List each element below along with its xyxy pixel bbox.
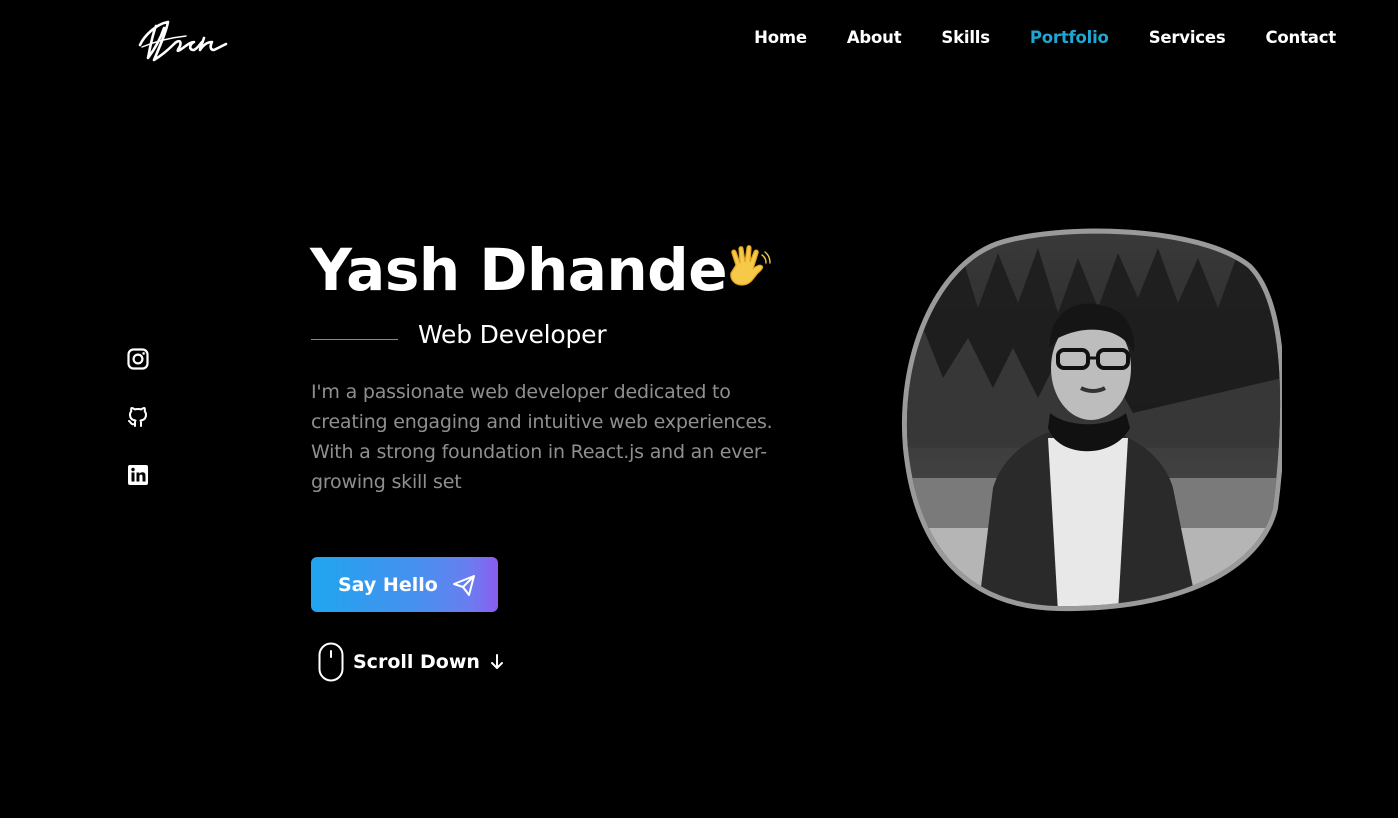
role-divider — [311, 339, 398, 340]
social-links — [126, 347, 150, 521]
hero-description: I'm a passionate web developer dedicated… — [311, 381, 773, 493]
nav-link-about[interactable]: About — [847, 28, 902, 47]
nav-link-contact[interactable]: Contact — [1266, 28, 1337, 47]
mouse-icon — [318, 642, 344, 682]
scroll-down-label: Scroll Down — [353, 651, 480, 673]
profile-photo — [902, 228, 1282, 612]
main-nav: Home About Skills Portfolio Services Con… — [754, 28, 1336, 47]
scroll-down-link[interactable]: Scroll Down — [318, 642, 505, 682]
linkedin-icon[interactable] — [126, 463, 150, 487]
github-icon[interactable] — [126, 405, 150, 429]
site-logo[interactable] — [134, 14, 238, 64]
say-hello-label: Say Hello — [338, 573, 438, 596]
nav-link-portfolio[interactable]: Portfolio — [1030, 28, 1109, 47]
waving-hand-icon — [722, 243, 774, 293]
send-icon — [452, 574, 475, 596]
arrow-down-icon — [490, 654, 503, 669]
nav-link-services[interactable]: Services — [1149, 28, 1226, 47]
hero-role: Web Developer — [418, 320, 607, 349]
say-hello-button[interactable]: Say Hello — [311, 557, 498, 612]
logo-signature — [138, 20, 228, 62]
hero-name: Yash Dhande — [310, 236, 728, 304]
page: Home About Skills Portfolio Services Con… — [0, 0, 1398, 818]
nav-link-skills[interactable]: Skills — [941, 28, 990, 47]
nav-link-home[interactable]: Home — [754, 28, 807, 47]
instagram-icon[interactable] — [126, 347, 150, 371]
